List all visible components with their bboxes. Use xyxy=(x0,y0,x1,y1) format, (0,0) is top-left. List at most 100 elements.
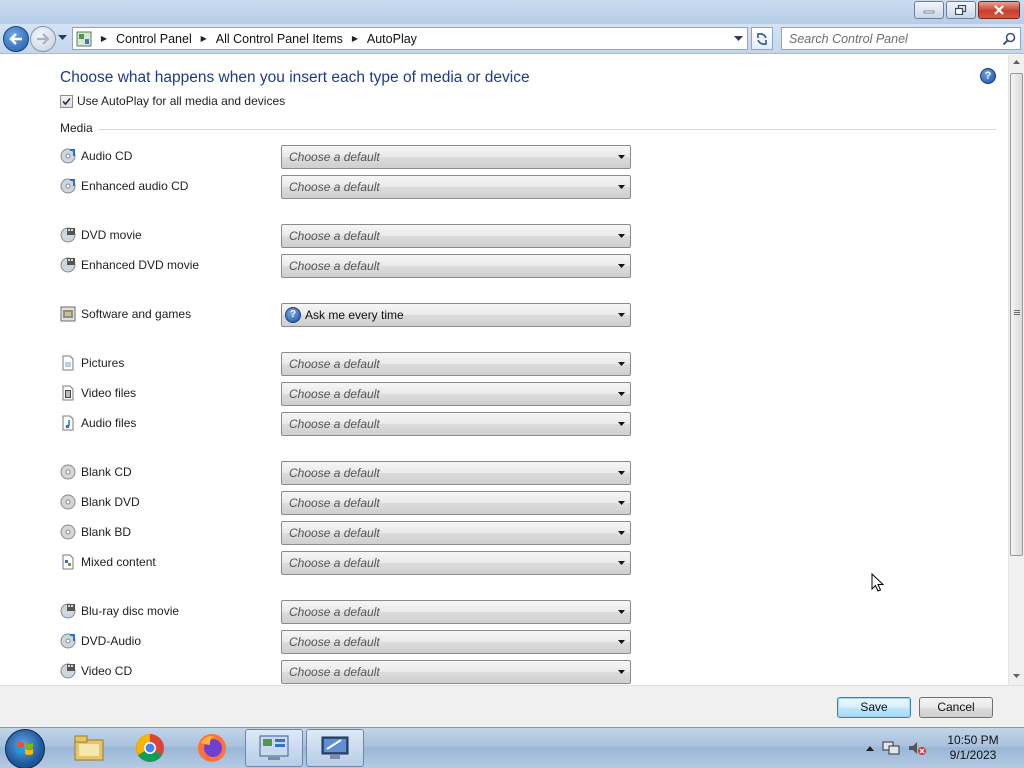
media-row-software-games: Software and games ? Ask me every time xyxy=(60,303,640,327)
volume-muted-icon[interactable] xyxy=(908,740,926,756)
media-label: Pictures xyxy=(81,356,125,370)
dropdown-value: Choose a default xyxy=(289,259,380,273)
dropdown-arrow-icon xyxy=(618,185,625,189)
breadcrumb-separator-icon[interactable]: ▶ xyxy=(98,34,110,43)
navigation-bar: ▶ Control Panel ▶ All Control Panel Item… xyxy=(0,24,1024,54)
action-dropdown[interactable]: Choose a default xyxy=(281,254,631,278)
taskbar-firefox[interactable] xyxy=(183,729,241,767)
autoplay-toggle[interactable]: Use AutoPlay for all media and devices xyxy=(60,94,285,108)
dropdown-value: Ask me every time xyxy=(305,308,404,322)
forward-arrow-icon xyxy=(37,33,50,45)
show-hidden-icons-icon[interactable] xyxy=(866,745,874,751)
breadcrumb-all-items[interactable]: All Control Panel Items xyxy=(210,32,349,46)
search-box[interactable] xyxy=(781,27,1021,50)
audio-file-icon xyxy=(62,415,74,431)
vertical-scrollbar[interactable] xyxy=(1008,55,1024,685)
search-input[interactable] xyxy=(782,28,992,49)
clock-time: 10:50 PM xyxy=(947,733,999,747)
breadcrumb-autoplay[interactable]: AutoPlay xyxy=(361,32,423,46)
control-panel-icon xyxy=(259,735,289,760)
action-dropdown[interactable]: Choose a default xyxy=(281,630,631,654)
save-button[interactable]: Save xyxy=(837,697,911,718)
action-dropdown[interactable]: Choose a default xyxy=(281,600,631,624)
taskbar-remote-desktop[interactable] xyxy=(306,729,364,767)
firefox-icon xyxy=(198,734,226,762)
action-dropdown[interactable]: Choose a default xyxy=(281,660,631,684)
action-dropdown[interactable]: Choose a default xyxy=(281,491,631,515)
close-button[interactable] xyxy=(978,1,1020,19)
file-explorer-icon xyxy=(74,735,104,761)
start-button[interactable] xyxy=(5,729,45,768)
dropdown-arrow-icon xyxy=(618,422,625,426)
scrollbar-thumb[interactable] xyxy=(1010,73,1023,556)
dropdown-arrow-icon xyxy=(618,264,625,268)
question-icon: ? xyxy=(285,307,301,323)
back-button[interactable] xyxy=(3,26,29,52)
breadcrumb-separator-icon[interactable]: ▶ xyxy=(198,34,210,43)
action-dropdown[interactable]: Choose a default xyxy=(281,145,631,169)
restore-icon xyxy=(955,5,967,15)
taskbar-chrome[interactable] xyxy=(121,729,179,767)
restore-button[interactable] xyxy=(946,1,976,19)
media-row-video-files: Video files Choose a default xyxy=(60,382,640,406)
dropdown-arrow-icon xyxy=(618,670,625,674)
scroll-down-arrow-icon[interactable] xyxy=(1013,674,1020,678)
media-row-blank-cd: Blank CD Choose a default xyxy=(60,461,640,485)
media-label: Video files xyxy=(81,386,137,400)
forward-button[interactable] xyxy=(30,26,56,52)
media-row-mixed-content: Mixed content Choose a default xyxy=(60,551,640,575)
mouse-cursor-icon xyxy=(871,573,885,592)
dialog-button-bar: Save Cancel xyxy=(0,685,1024,727)
search-icon[interactable] xyxy=(1002,32,1016,46)
dropdown-value: Choose a default xyxy=(289,417,380,431)
dropdown-value: Choose a default xyxy=(289,496,380,510)
dvd-movie-icon xyxy=(60,227,76,243)
cancel-button[interactable]: Cancel xyxy=(919,697,993,718)
dropdown-arrow-icon xyxy=(618,362,625,366)
dropdown-arrow-icon xyxy=(618,610,625,614)
title-bar xyxy=(0,0,1024,24)
taskbar-control-panel[interactable] xyxy=(245,729,303,767)
media-label: Blank BD xyxy=(81,525,132,539)
dropdown-arrow-icon xyxy=(618,531,625,535)
address-bar[interactable]: ▶ Control Panel ▶ All Control Panel Item… xyxy=(72,27,748,50)
autoplay-checkbox-label[interactable]: Use AutoPlay for all media and devices xyxy=(77,94,285,108)
dropdown-arrow-icon xyxy=(618,392,625,396)
media-row-dvd-audio: DVD-Audio Choose a default xyxy=(60,630,640,654)
refresh-button[interactable] xyxy=(751,27,773,50)
autoplay-settings-panel: Choose what happens when you insert each… xyxy=(0,55,1008,685)
action-dropdown[interactable]: Choose a default xyxy=(281,382,631,406)
action-dropdown[interactable]: Choose a default xyxy=(281,352,631,376)
taskbar-file-explorer[interactable] xyxy=(60,729,118,767)
help-icon[interactable]: ? xyxy=(980,68,996,84)
action-dropdown[interactable]: Choose a default xyxy=(281,175,631,199)
breadcrumb-control-panel[interactable]: Control Panel xyxy=(110,32,198,46)
address-history-dropdown-icon[interactable] xyxy=(734,36,743,42)
action-dropdown[interactable]: Choose a default xyxy=(281,412,631,436)
media-row-video-cd: Video CD Choose a default xyxy=(60,660,640,684)
action-dropdown[interactable]: ? Ask me every time xyxy=(281,303,631,327)
clock-date: 9/1/2023 xyxy=(949,748,997,762)
enhanced-audio-cd-icon xyxy=(60,178,76,194)
remote-desktop-icon xyxy=(321,736,349,759)
media-row-bluray-movie: Blu-ray disc movie Choose a default xyxy=(60,600,640,624)
audio-cd-icon xyxy=(60,148,76,164)
breadcrumb-separator-icon[interactable]: ▶ xyxy=(349,34,361,43)
section-divider xyxy=(98,129,996,130)
minimize-button[interactable] xyxy=(914,1,944,19)
media-row-pictures: Pictures Choose a default xyxy=(60,352,640,376)
media-label: Enhanced DVD movie xyxy=(81,258,200,272)
taskbar-clock[interactable]: 10:50 PM 9/1/2023 xyxy=(930,733,1016,763)
action-dropdown[interactable]: Choose a default xyxy=(281,521,631,545)
dropdown-value: Choose a default xyxy=(289,387,380,401)
action-dropdown[interactable]: Choose a default xyxy=(281,461,631,485)
dropdown-value: Choose a default xyxy=(289,635,380,649)
autoplay-checkbox[interactable] xyxy=(60,94,73,108)
enhanced-dvd-movie-icon xyxy=(60,257,76,273)
action-dropdown[interactable]: Choose a default xyxy=(281,551,631,575)
recent-pages-dropdown-icon[interactable] xyxy=(58,35,67,41)
scroll-up-arrow-icon[interactable] xyxy=(1013,60,1020,64)
pictures-file-icon xyxy=(62,355,74,371)
network-icon[interactable] xyxy=(882,740,900,756)
action-dropdown[interactable]: Choose a default xyxy=(281,224,631,248)
